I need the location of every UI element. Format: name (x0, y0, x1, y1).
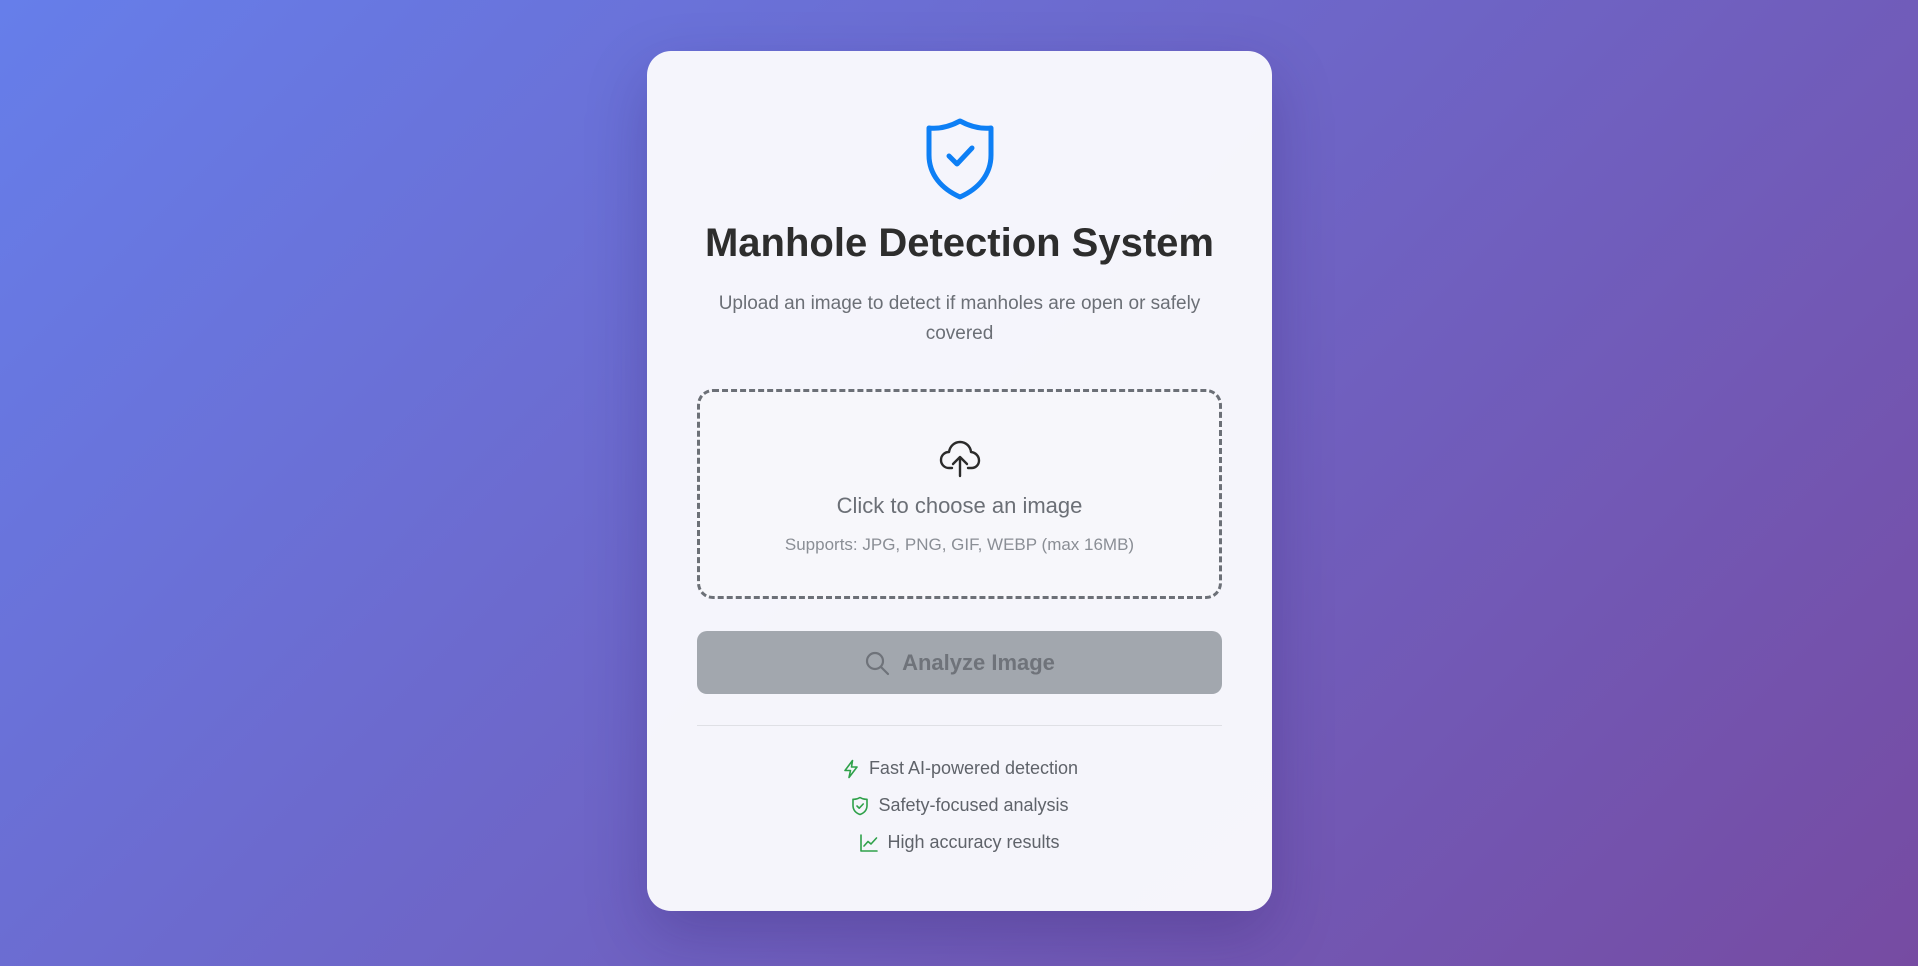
line-chart-icon (860, 833, 879, 852)
upload-hint: Supports: JPG, PNG, GIF, WEBP (max 16MB) (784, 535, 1135, 554)
analyze-image-button[interactable]: Analyze Image (697, 631, 1222, 694)
feature-label: Fast AI-powered detection (868, 758, 1079, 778)
cloud-upload-icon (939, 440, 980, 478)
divider (697, 725, 1222, 726)
shield-check-icon (852, 796, 869, 815)
feature-item: High accuracy results (697, 824, 1222, 861)
lightning-icon (844, 759, 858, 778)
feature-item: Safety-focused analysis (697, 787, 1222, 824)
detection-card: Manhole Detection System Upload an image… (647, 51, 1272, 911)
analyze-button-label: Analyze Image (902, 649, 1055, 675)
page-title: Manhole Detection System (704, 221, 1214, 265)
feature-label: High accuracy results (887, 832, 1060, 852)
shield-check-icon (926, 118, 993, 200)
upload-label: Click to choose an image (836, 493, 1083, 518)
search-icon (865, 651, 890, 675)
image-upload-dropzone[interactable]: Click to choose an image Supports: JPG, … (697, 389, 1222, 599)
feature-label: Safety-focused analysis (878, 795, 1069, 815)
page-subtitle: Upload an image to detect if manholes ar… (718, 293, 1201, 344)
feature-list: Fast AI-powered detection Safety-focused… (697, 750, 1222, 861)
feature-item: Fast AI-powered detection (697, 750, 1222, 787)
